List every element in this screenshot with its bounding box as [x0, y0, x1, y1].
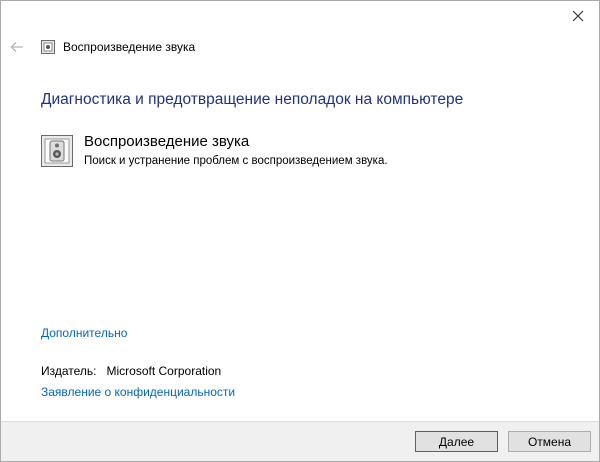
publisher-label: Издатель:: [41, 364, 97, 378]
close-button[interactable]: [565, 5, 591, 27]
back-arrow-icon: [10, 42, 23, 52]
publisher-info: Издатель: Microsoft Corporation: [41, 364, 221, 378]
speaker-icon: [41, 135, 73, 167]
close-icon: [572, 10, 584, 22]
publisher-value: Microsoft Corporation: [106, 364, 222, 378]
task-title: Воспроизведение звука: [84, 133, 250, 150]
cancel-button[interactable]: Отмена: [508, 431, 591, 452]
troubleshooter-task: Воспроизведение звука Поиск и устранение…: [41, 133, 461, 173]
next-button[interactable]: Далее: [415, 431, 498, 452]
footer-bar: Далее Отмена: [1, 421, 599, 461]
speaker-icon: [41, 40, 55, 54]
privacy-statement-link[interactable]: Заявление о конфиденциальности: [41, 385, 235, 399]
back-button[interactable]: [7, 37, 27, 57]
task-description: Поиск и устранение проблем с воспроизвед…: [84, 155, 388, 167]
title-bar: Воспроизведение звука: [1, 33, 599, 61]
advanced-link[interactable]: Дополнительно: [41, 326, 127, 340]
page-heading: Диагностика и предотвращение неполадок н…: [41, 91, 464, 108]
window-title: Воспроизведение звука: [63, 40, 196, 54]
troubleshooter-window: Воспроизведение звука Диагностика и пред…: [0, 0, 600, 462]
